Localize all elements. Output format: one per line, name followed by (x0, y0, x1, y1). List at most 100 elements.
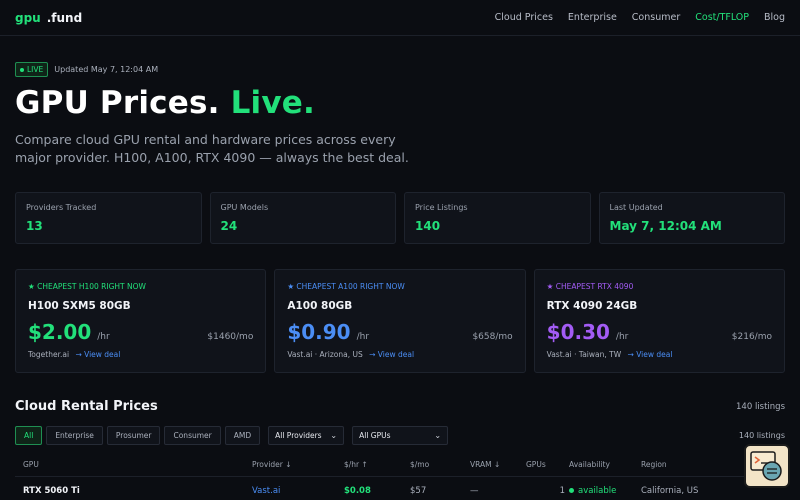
chat-widget-button[interactable] (744, 444, 790, 488)
stat-value: 24 (220, 219, 238, 233)
stat-value: 13 (26, 219, 43, 233)
chat-terminal-icon (750, 451, 782, 481)
cell-availability: available (569, 486, 641, 496)
deal-card-h100: ★ CHEAPEST H100 RIGHT NOW H100 SXM5 80GB… (15, 269, 267, 373)
logo-fund: .fund (46, 10, 83, 25)
deal-monthly: $1460/mo (207, 332, 254, 342)
deal-monthly: $658/mo (472, 332, 513, 342)
cell-gpus: 1 (559, 485, 565, 496)
view-deal-link[interactable]: → View deal (75, 350, 120, 359)
col-header-region[interactable]: Region (641, 460, 735, 469)
table-row[interactable]: RTX 5060 Ti Vast.ai $0.08 $57 — 1 availa… (15, 477, 785, 500)
deal-tag: ★ CHEAPEST RTX 4090 (546, 282, 634, 291)
section-listing-count: 140 listings (736, 401, 785, 412)
cell-price-mo: $57 (410, 485, 427, 496)
provider-select-value: All Providers (275, 431, 322, 440)
nav-link-enterprise[interactable]: Enterprise (568, 12, 617, 23)
filter-consumer-button[interactable]: Consumer (164, 426, 221, 445)
filter-enterprise-button[interactable]: Enterprise (46, 426, 103, 445)
col-header-vram[interactable]: VRAM ↓ (470, 460, 526, 469)
deal-price: $0.90 (287, 320, 351, 344)
deal-footer: Vast.ai · Taiwan, TW → View deal (547, 350, 772, 359)
nav-link-cost-tflop[interactable]: Cost/TFLOP (695, 12, 749, 23)
deal-tag: ★ CHEAPEST A100 RIGHT NOW (287, 282, 405, 291)
stat-label: Price Listings (415, 203, 468, 212)
nav-links: Cloud Prices Enterprise Consumer Cost/TF… (495, 12, 785, 23)
cell-provider-link[interactable]: Vast.ai (252, 486, 344, 496)
deal-price: $2.00 (28, 320, 92, 344)
deal-price: $0.30 (546, 320, 610, 344)
top-nav: gpu .fund Cloud Prices Enterprise Consum… (0, 0, 800, 36)
deal-gpu-name: H100 SXM5 80GB (28, 300, 131, 312)
section-header: Cloud Rental Prices 140 listings (15, 399, 785, 414)
nav-link-blog[interactable]: Blog (764, 12, 785, 23)
updated-text: Updated May 7, 12:04 AM (54, 65, 159, 74)
cell-vram: — (470, 485, 479, 496)
stats-row: Providers Tracked 13 GPU Models 24 Price… (15, 192, 785, 244)
logo[interactable]: gpu .fund (15, 11, 82, 25)
provider-select[interactable]: All Providers ⌄ (268, 426, 345, 445)
nav-link-cloud-prices[interactable]: Cloud Prices (495, 12, 553, 23)
view-deal-link[interactable]: → View deal (369, 350, 414, 359)
deal-footer: Together.ai → View deal (28, 350, 253, 359)
deal-unit: /hr (97, 332, 110, 342)
page-subtitle: Compare cloud GPU rental and hardware pr… (15, 132, 409, 165)
page-title-main: GPU Prices. (15, 85, 220, 121)
filter-all-button[interactable]: All (15, 426, 43, 445)
available-dot-icon (569, 488, 574, 493)
filter-bar: All Enterprise Prosumer Consumer AMD All… (15, 426, 785, 445)
deal-source: Vast.ai · Taiwan, TW (546, 350, 622, 359)
cell-region: California, US (641, 485, 699, 496)
stat-value: May 7, 12:04 AM (609, 219, 722, 233)
page-title: GPU Prices. Live. (15, 85, 785, 121)
deal-card-a100: ★ CHEAPEST A100 RIGHT NOW A100 80GB $0.9… (274, 269, 526, 373)
deals-row: ★ CHEAPEST H100 RIGHT NOW H100 SXM5 80GB… (15, 269, 785, 373)
deal-price-row: $0.90 /hr $658/mo (287, 320, 512, 344)
deal-card-rtx4090: ★ CHEAPEST RTX 4090 RTX 4090 24GB $0.30 … (533, 269, 785, 373)
col-header-gpu[interactable]: GPU (15, 460, 252, 469)
col-header-gpus[interactable]: GPUs (526, 460, 569, 469)
col-header-price-mo[interactable]: $/mo (410, 460, 470, 469)
col-header-price-hr[interactable]: $/hr ↑ (344, 460, 410, 469)
section-title: Cloud Rental Prices (15, 399, 158, 414)
col-header-price-hr-label: $/hr ↑ (344, 460, 368, 469)
deal-source: Together.ai (28, 350, 70, 359)
filter-listing-count: 140 listings (738, 431, 785, 440)
deal-price-row: $0.30 /hr $216/mo (547, 320, 772, 344)
deal-source: Vast.ai · Arizona, US (287, 350, 363, 359)
chevron-down-icon: ⌄ (330, 431, 338, 440)
stat-card-providers: Providers Tracked 13 (15, 192, 202, 244)
logo-gpu: gpu (15, 10, 41, 25)
deal-gpu-name: A100 80GB (287, 300, 353, 312)
filter-prosumer-button[interactable]: Prosumer (106, 426, 161, 445)
cell-price-hr: $0.08 (344, 485, 371, 496)
col-header-provider[interactable]: Provider ↓ (252, 460, 344, 469)
deal-price-row: $2.00 /hr $1460/mo (28, 320, 253, 344)
gpu-select-value: All GPUs (359, 431, 391, 440)
deal-footer: Vast.ai · Arizona, US → View deal (287, 350, 512, 359)
filter-amd-button[interactable]: AMD (224, 426, 261, 445)
stat-card-last-updated: Last Updated May 7, 12:04 AM (598, 192, 785, 244)
live-dot-icon (20, 67, 24, 72)
status-row: LIVE Updated May 7, 12:04 AM (15, 62, 785, 77)
deal-unit: /hr (615, 332, 629, 342)
nav-link-consumer[interactable]: Consumer (632, 12, 680, 23)
deal-monthly: $216/mo (731, 332, 772, 342)
stat-label: GPU Models (220, 203, 269, 212)
deal-unit: /hr (356, 332, 370, 342)
cell-gpu: RTX 5060 Ti (23, 485, 80, 496)
view-deal-link[interactable]: → View deal (628, 350, 673, 359)
page-title-accent: Live. (230, 85, 315, 121)
stat-label: Last Updated (609, 203, 663, 212)
stat-label: Providers Tracked (26, 203, 97, 212)
deal-gpu-name: RTX 4090 24GB (546, 300, 638, 312)
stat-card-gpu-models: GPU Models 24 (209, 192, 396, 244)
deal-tag: ★ CHEAPEST H100 RIGHT NOW (28, 282, 146, 291)
table-header: GPU Provider ↓ $/hr ↑ $/mo VRAM ↓ GPUs A… (15, 453, 785, 477)
gpu-select[interactable]: All GPUs ⌄ (352, 426, 449, 445)
live-badge: LIVE (15, 62, 49, 77)
col-header-availability[interactable]: Availability (569, 460, 641, 469)
stat-card-listings: Price Listings 140 (404, 192, 591, 244)
stat-value: 140 (415, 219, 441, 233)
availability-label: available (578, 485, 617, 496)
